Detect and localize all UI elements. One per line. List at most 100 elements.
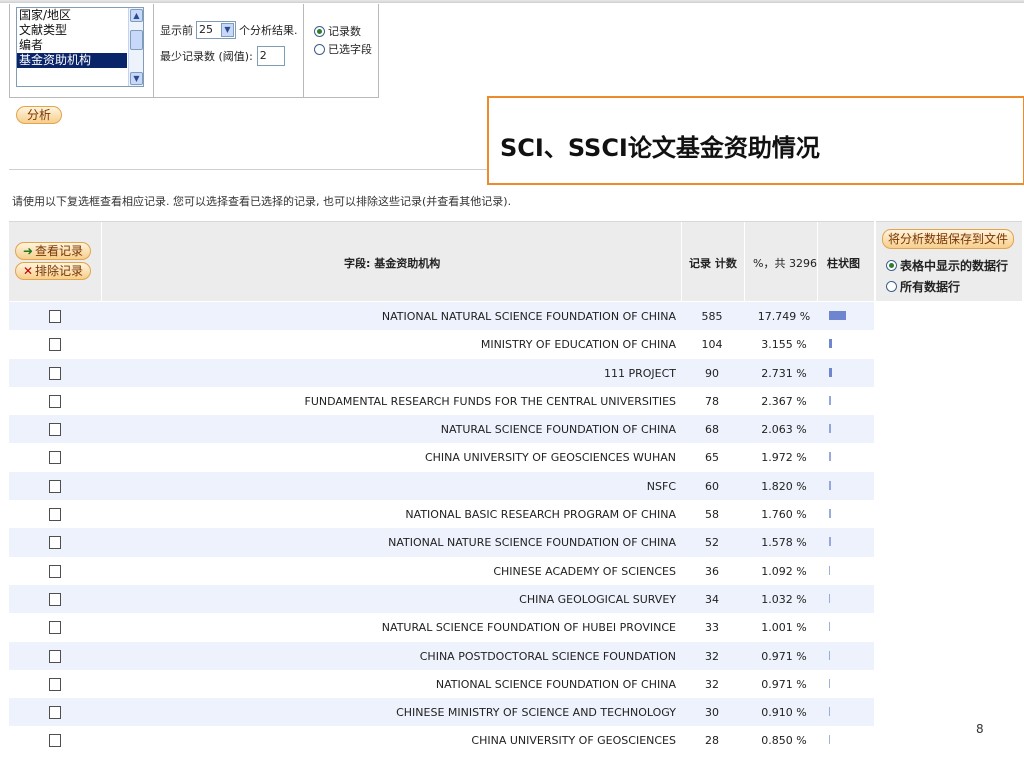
table-row: CHINA UNIVERSITY OF GEOSCIENCES 28 0.850 % — [9, 726, 874, 754]
record-count: 33 — [705, 621, 719, 635]
record-count: 585 — [701, 310, 723, 323]
record-count: 90 — [705, 366, 719, 380]
row-checkbox[interactable] — [49, 677, 61, 691]
record-percent: 2.731 % — [761, 366, 807, 380]
scroll-thumb[interactable] — [130, 30, 143, 50]
funding-agency-name: CHINESE MINISTRY OF SCIENCE AND TECHNOLO… — [396, 706, 676, 720]
record-percent: 1.972 % — [761, 451, 807, 465]
row-checkbox[interactable] — [49, 508, 61, 522]
table-row: NATIONAL NATURE SCIENCE FOUNDATION OF CH… — [9, 528, 874, 557]
radio-selected-field-option[interactable]: 已选字段 — [314, 40, 378, 58]
field-list-cell: 国家/地区 文献类型 编者 基金资助机构 ▲ ▼ — [10, 4, 154, 97]
view-records-label: 查看记录 — [35, 244, 84, 258]
row-checkbox[interactable] — [49, 479, 61, 493]
exclude-records-button[interactable]: ✕ 排除记录 — [15, 262, 91, 280]
count-bar — [829, 650, 830, 660]
funding-agency-name: CHINA UNIVERSITY OF GEOSCIENCES WUHAN — [424, 451, 676, 465]
table-row: 111 PROJECT 90 2.731 % — [9, 358, 874, 387]
chevron-down-icon[interactable]: ▼ — [221, 23, 234, 37]
row-checkbox[interactable] — [49, 366, 61, 380]
count-bar — [829, 424, 831, 434]
radio-all-rows-option[interactable]: 所有数据行 — [886, 277, 960, 295]
count-bar — [829, 367, 832, 377]
header-separator — [681, 222, 682, 302]
table-row: CHINESE ACADEMY OF SCIENCES 36 1.092 % — [9, 557, 874, 585]
close-icon: ✕ — [22, 264, 34, 278]
table-row: MINISTRY OF EDUCATION OF CHINA 104 3.155 % — [9, 330, 874, 358]
record-count: 68 — [705, 423, 719, 437]
field-list-item[interactable]: 编者 — [17, 38, 143, 53]
count-bar — [829, 480, 831, 490]
table-row: CHINA GEOLOGICAL SURVEY 34 1.032 % — [9, 584, 874, 614]
count-bar — [829, 593, 830, 603]
scroll-down-icon[interactable]: ▼ — [130, 72, 143, 85]
count-bar — [829, 395, 831, 405]
radio-all-rows-label: 所有数据行 — [900, 279, 961, 294]
field-list-item-selected[interactable]: 基金资助机构 — [17, 53, 127, 68]
radio-table-rows[interactable] — [886, 259, 897, 271]
view-records-button[interactable]: ➜ 查看记录 — [15, 242, 91, 260]
table-row: NATURAL SCIENCE FOUNDATION OF CHINA 68 2.0… — [9, 415, 874, 444]
funding-agency-name: CHINA POSTDOCTORAL SCIENCE FOUNDATION — [419, 649, 676, 663]
record-percent: 1.032 % — [761, 592, 807, 606]
row-checkbox[interactable] — [49, 734, 61, 748]
callout-title: SCI、SSCI论文基金资助情况 — [500, 134, 820, 162]
threshold-input[interactable]: 2 — [256, 46, 285, 66]
record-percent: 0.910 % — [761, 706, 807, 720]
record-percent: 3.155 % — [761, 338, 807, 352]
row-checkbox[interactable] — [49, 649, 61, 663]
row-checkbox[interactable] — [49, 621, 61, 635]
funding-agency-name: NATURAL SCIENCE FOUNDATION OF HUBEI PROV… — [381, 621, 676, 635]
analyze-button[interactable]: 分析 — [16, 106, 62, 124]
radio-records[interactable] — [314, 25, 325, 37]
radio-selected-field-label: 已选字段 — [328, 43, 372, 56]
record-percent: 17.749 % — [757, 310, 811, 323]
record-percent: 0.850 % — [761, 734, 807, 748]
result-count-select[interactable]: 25 ▼ — [196, 21, 236, 39]
record-count: 60 — [705, 479, 719, 493]
count-bar — [829, 339, 832, 349]
listbox-scrollbar[interactable]: ▲ ▼ — [128, 8, 143, 86]
count-bar — [829, 707, 830, 717]
save-analysis-button[interactable]: 将分析数据保存到文件 — [882, 229, 1014, 249]
funding-agency-name: NATIONAL NATURAL SCIENCE FOUNDATION OF C… — [381, 310, 676, 323]
scroll-up-icon[interactable]: ▲ — [130, 9, 143, 22]
record-percent: 2.063 % — [761, 423, 807, 437]
analysis-options-panel: 国家/地区 文献类型 编者 基金资助机构 ▲ ▼ 显示前 25 ▼ 个分析结果.… — [9, 4, 379, 98]
column-header-field: 字段: 基金资助机构 — [344, 257, 441, 270]
row-checkbox[interactable] — [49, 592, 61, 606]
funding-agency-name: NSFC — [646, 479, 676, 493]
field-list-item[interactable]: 国家/地区 — [17, 8, 143, 23]
column-header-percent: %，共 3296 — [753, 257, 817, 270]
row-checkbox[interactable] — [49, 451, 61, 465]
radio-records-option[interactable]: 记录数 — [314, 22, 378, 40]
row-checkbox[interactable] — [49, 536, 61, 550]
count-bar — [829, 622, 830, 632]
row-checkbox[interactable] — [49, 394, 61, 408]
table-row: CHINA UNIVERSITY OF GEOSCIENCES WUHAN 65 1… — [9, 443, 874, 471]
divider — [9, 169, 487, 170]
radio-all-rows[interactable] — [886, 280, 897, 292]
arrow-right-icon: ➜ — [22, 244, 34, 258]
field-listbox[interactable]: 国家/地区 文献类型 编者 基金资助机构 ▲ ▼ — [16, 7, 144, 87]
radio-selected-field[interactable] — [314, 43, 325, 55]
row-checkbox[interactable] — [49, 564, 61, 578]
page-number: 8 — [976, 722, 984, 736]
results-table-header: ➜ 查看记录 ✕ 排除记录 字段: 基金资助机构 记录 计数 %，共 3296 柱状… — [9, 221, 874, 302]
row-checkbox[interactable] — [49, 706, 61, 720]
row-checkbox[interactable] — [49, 310, 61, 323]
column-header-chart: 柱状图 — [827, 257, 860, 270]
row-checkbox[interactable] — [49, 423, 61, 437]
radio-table-rows-option[interactable]: 表格中显示的数据行 — [886, 256, 1008, 274]
record-count: 32 — [705, 677, 719, 691]
table-row: CHINESE MINISTRY OF SCIENCE AND TECHNOLO… — [9, 698, 874, 727]
record-count: 32 — [705, 649, 719, 663]
record-count: 58 — [705, 508, 719, 522]
count-bar — [829, 735, 830, 745]
instructions-text: 请使用以下复选框查看相应记录. 您可以选择查看已选择的记录, 也可以排除这些记录… — [12, 195, 512, 208]
row-checkbox[interactable] — [49, 338, 61, 352]
sort-options-cell: 记录数 已选字段 — [304, 4, 378, 97]
record-count: 30 — [705, 706, 719, 720]
field-list-item[interactable]: 文献类型 — [17, 23, 143, 38]
count-bar — [829, 537, 831, 547]
